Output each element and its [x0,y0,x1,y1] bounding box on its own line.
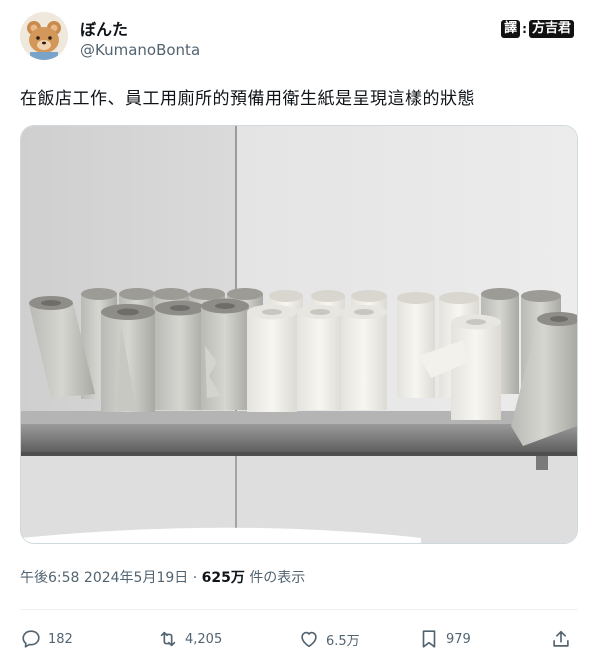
tweet-date[interactable]: 2024年5月19日 [84,570,188,586]
share-icon [553,630,569,647]
tweet-text: 在飯店工作、員工用廁所的預備用衛生紙是呈現這樣的狀態 [20,89,475,109]
like-button[interactable]: 6.5万 [298,622,360,656]
view-count-label: 件の表示 [249,570,306,586]
heart-icon [301,631,317,648]
like-count: 6.5万 [326,633,360,649]
share-button[interactable] [550,622,572,656]
reply-count: 182 [48,631,73,647]
translator-badge-right: 方吉君 [528,20,574,38]
reply-button[interactable]: 182 [20,622,73,656]
meta-separator: · [192,570,198,586]
bookmark-icon [422,630,436,648]
toilet-paper-photo [21,126,577,543]
retweet-icon [160,631,176,647]
translator-badge-separator: : [522,22,527,36]
tweet-time[interactable]: 午後6:58 [20,570,79,586]
retweet-button[interactable]: 4,205 [157,622,222,656]
divider [20,609,578,610]
tweet-header: ぼんた @KumanoBonta 譯 : 方吉君 [20,12,580,64]
reply-icon [22,630,40,648]
bookmark-button[interactable]: 979 [418,622,471,656]
avatar[interactable] [20,12,68,60]
bookmark-count: 979 [446,631,471,647]
action-bar: 182 4,205 6.5万 979 [20,622,578,656]
translator-badge: 譯 : 方吉君 [501,20,574,38]
display-name[interactable]: ぼんた [80,16,128,40]
translator-badge-left: 譯 [501,20,521,38]
user-handle[interactable]: @KumanoBonta [80,41,200,59]
tweet-meta: 午後6:58 2024年5月19日 · 625万 件の表示 [20,567,305,587]
retweet-count: 4,205 [185,631,223,647]
teddy-bear-avatar-icon [20,12,68,60]
view-count: 625万 [201,570,245,586]
tweet-photo[interactable] [20,125,578,544]
